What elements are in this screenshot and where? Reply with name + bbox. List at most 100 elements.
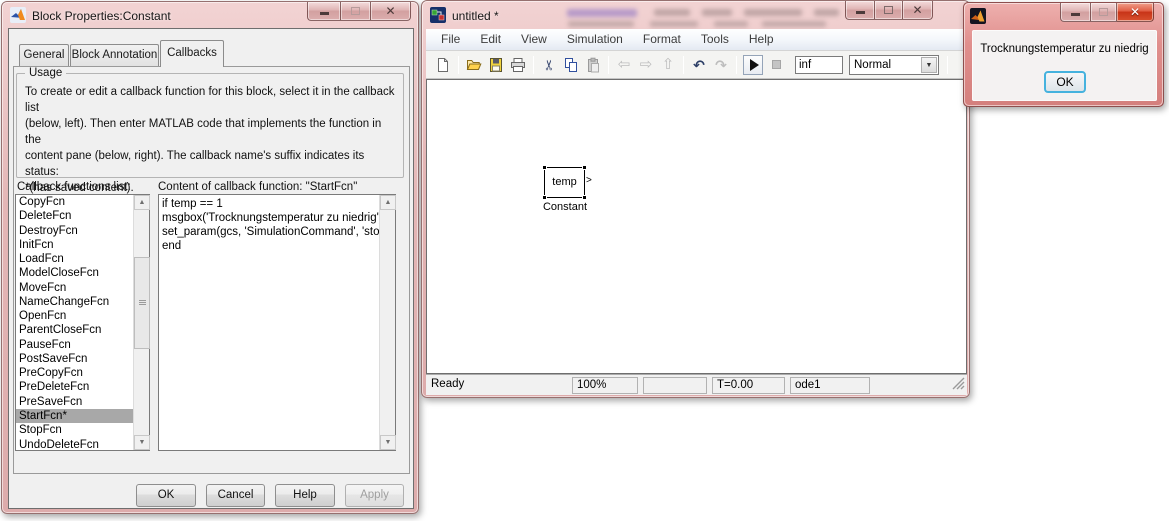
minimize-button[interactable]: [1060, 3, 1091, 22]
status-empty-panel: [643, 377, 707, 394]
scroll-down-icon[interactable]: ▼: [380, 435, 396, 450]
constant-block-value: temp: [545, 168, 584, 197]
cancel-button[interactable]: Cancel: [206, 484, 265, 507]
menu-view[interactable]: View: [511, 29, 557, 50]
callback-list-item[interactable]: PreCopyFcn: [16, 366, 133, 380]
simulink-window-title: untitled *: [452, 9, 499, 23]
scrollbar-thumb[interactable]: [134, 257, 150, 349]
resize-grip[interactable]: [952, 377, 965, 393]
print-button[interactable]: [507, 54, 529, 76]
callback-list-item[interactable]: CopyFcn: [16, 195, 133, 209]
usage-text: To create or edit a callback function fo…: [25, 84, 399, 196]
start-simulation-button[interactable]: [743, 55, 763, 75]
scroll-up-icon[interactable]: ▲: [134, 195, 150, 210]
glass-smudge: [762, 21, 826, 27]
apply-button[interactable]: Apply: [345, 484, 404, 507]
callback-list-item[interactable]: ModelCloseFcn: [16, 266, 133, 280]
callback-list-item[interactable]: PreDeleteFcn: [16, 380, 133, 394]
status-sim-time: T=0.00: [712, 377, 785, 394]
go-forward-button-disabled[interactable]: ⇨: [635, 54, 657, 76]
list-scrollbar[interactable]: ▲ ▼: [133, 195, 149, 450]
callback-list-item[interactable]: StartFcn*: [16, 409, 133, 423]
menu-format[interactable]: Format: [633, 29, 691, 50]
cut-button[interactable]: ✂: [538, 54, 560, 76]
status-solver: ode1: [790, 377, 870, 394]
chevron-down-icon[interactable]: ▼: [921, 57, 937, 73]
callback-list-item[interactable]: MoveFcn: [16, 281, 133, 295]
close-button[interactable]: ✕: [903, 1, 933, 20]
simulation-mode-dropdown[interactable]: Normal ▼: [849, 55, 939, 75]
msgbox-ok-button[interactable]: OK: [1044, 71, 1086, 93]
editor-scrollbar[interactable]: ▲ ▼: [379, 195, 395, 450]
scissors-icon: ✂: [542, 59, 556, 71]
msgbox-content: Trocknungstemperatur zu niedrig OK: [972, 30, 1157, 101]
menu-simulation[interactable]: Simulation: [557, 29, 633, 50]
constant-block-label: Constant: [524, 201, 606, 213]
go-up-button-disabled[interactable]: ⇧: [657, 54, 679, 76]
msgbox-window-controls: ✕: [1060, 3, 1154, 22]
output-port-icon[interactable]: >: [586, 175, 592, 186]
tab-general[interactable]: General: [19, 44, 69, 66]
warning-message-box: ✕ Trocknungstemperatur zu niedrig OK: [963, 2, 1164, 107]
minimize-button[interactable]: [307, 2, 341, 21]
close-button[interactable]: ✕: [371, 2, 411, 21]
menu-edit[interactable]: Edit: [470, 29, 511, 50]
callback-list-item[interactable]: DestroyFcn: [16, 224, 133, 238]
go-back-button-disabled[interactable]: ⇦: [613, 54, 635, 76]
paste-button-disabled[interactable]: [582, 54, 604, 76]
save-button[interactable]: [485, 54, 507, 76]
menu-tools[interactable]: Tools: [691, 29, 739, 50]
ok-button[interactable]: OK: [136, 484, 196, 507]
callback-list-item[interactable]: InitFcn: [16, 238, 133, 252]
toolbar-separator: [736, 56, 737, 74]
close-button[interactable]: ✕: [1117, 3, 1154, 22]
code-line: msgbox('Trocknungstemperatur zu niedrig'…: [162, 211, 379, 225]
callback-list-item[interactable]: NameChangeFcn: [16, 295, 133, 309]
simulink-client-area: File Edit View Simulation Format Tools H…: [426, 29, 967, 395]
maximize-button[interactable]: [1091, 3, 1117, 22]
scroll-down-icon[interactable]: ▼: [134, 435, 150, 450]
up-arrow-icon: ⇧: [662, 57, 675, 72]
maximize-button[interactable]: [341, 2, 371, 21]
new-model-button[interactable]: [432, 54, 454, 76]
selection-handle[interactable]: [582, 165, 587, 170]
simulation-stop-time-input[interactable]: [795, 56, 843, 74]
maximize-button[interactable]: [875, 1, 903, 20]
simulink-window-controls: ✕: [845, 1, 933, 20]
callback-list-item[interactable]: DeleteFcn: [16, 209, 133, 223]
glass-smudge: [567, 9, 637, 17]
callback-list-item[interactable]: StopFcn: [16, 423, 133, 437]
callback-list-item[interactable]: PreSaveFcn: [16, 395, 133, 409]
stop-icon: [772, 60, 781, 69]
selection-handle[interactable]: [542, 165, 547, 170]
menu-file[interactable]: File: [431, 29, 470, 50]
status-ready: Ready: [431, 378, 464, 390]
scroll-up-icon[interactable]: ▲: [380, 195, 396, 210]
callback-list-item[interactable]: PauseFcn: [16, 338, 133, 352]
redo-button-disabled[interactable]: ↷: [710, 54, 732, 76]
block-properties-window: Block Properties:Constant ✕ General Bloc…: [1, 1, 419, 514]
constant-block[interactable]: temp: [544, 167, 585, 198]
stop-simulation-button-disabled[interactable]: [765, 54, 787, 76]
selection-handle[interactable]: [582, 195, 587, 200]
dialog-title: Block Properties:Constant: [32, 9, 171, 23]
tab-block-annotation[interactable]: Block Annotation: [70, 44, 159, 66]
help-button[interactable]: Help: [275, 484, 335, 507]
open-button[interactable]: [463, 54, 485, 76]
matlab-icon: [970, 8, 986, 24]
callback-list-item[interactable]: PostSaveFcn: [16, 352, 133, 366]
callback-content-editor[interactable]: if temp == 1msgbox('Trocknungstemperatur…: [158, 194, 396, 451]
callback-list-item[interactable]: UndoDeleteFcn: [16, 438, 133, 450]
selection-handle[interactable]: [542, 195, 547, 200]
callback-list-item[interactable]: OpenFcn: [16, 309, 133, 323]
callback-functions-listbox[interactable]: CopyFcnDeleteFcnDestroyFcnInitFcnLoadFcn…: [15, 194, 150, 451]
copy-button[interactable]: [560, 54, 582, 76]
minimize-button[interactable]: [845, 1, 875, 20]
callback-list-item[interactable]: LoadFcn: [16, 252, 133, 266]
menu-help[interactable]: Help: [739, 29, 784, 50]
callback-list-item[interactable]: ParentCloseFcn: [16, 323, 133, 337]
tab-callbacks[interactable]: Callbacks: [160, 40, 224, 67]
undo-button[interactable]: ↶: [688, 54, 710, 76]
model-canvas[interactable]: temp > Constant: [426, 79, 967, 374]
desktop: { "block_properties_dialog": { "title": …: [0, 0, 1169, 521]
